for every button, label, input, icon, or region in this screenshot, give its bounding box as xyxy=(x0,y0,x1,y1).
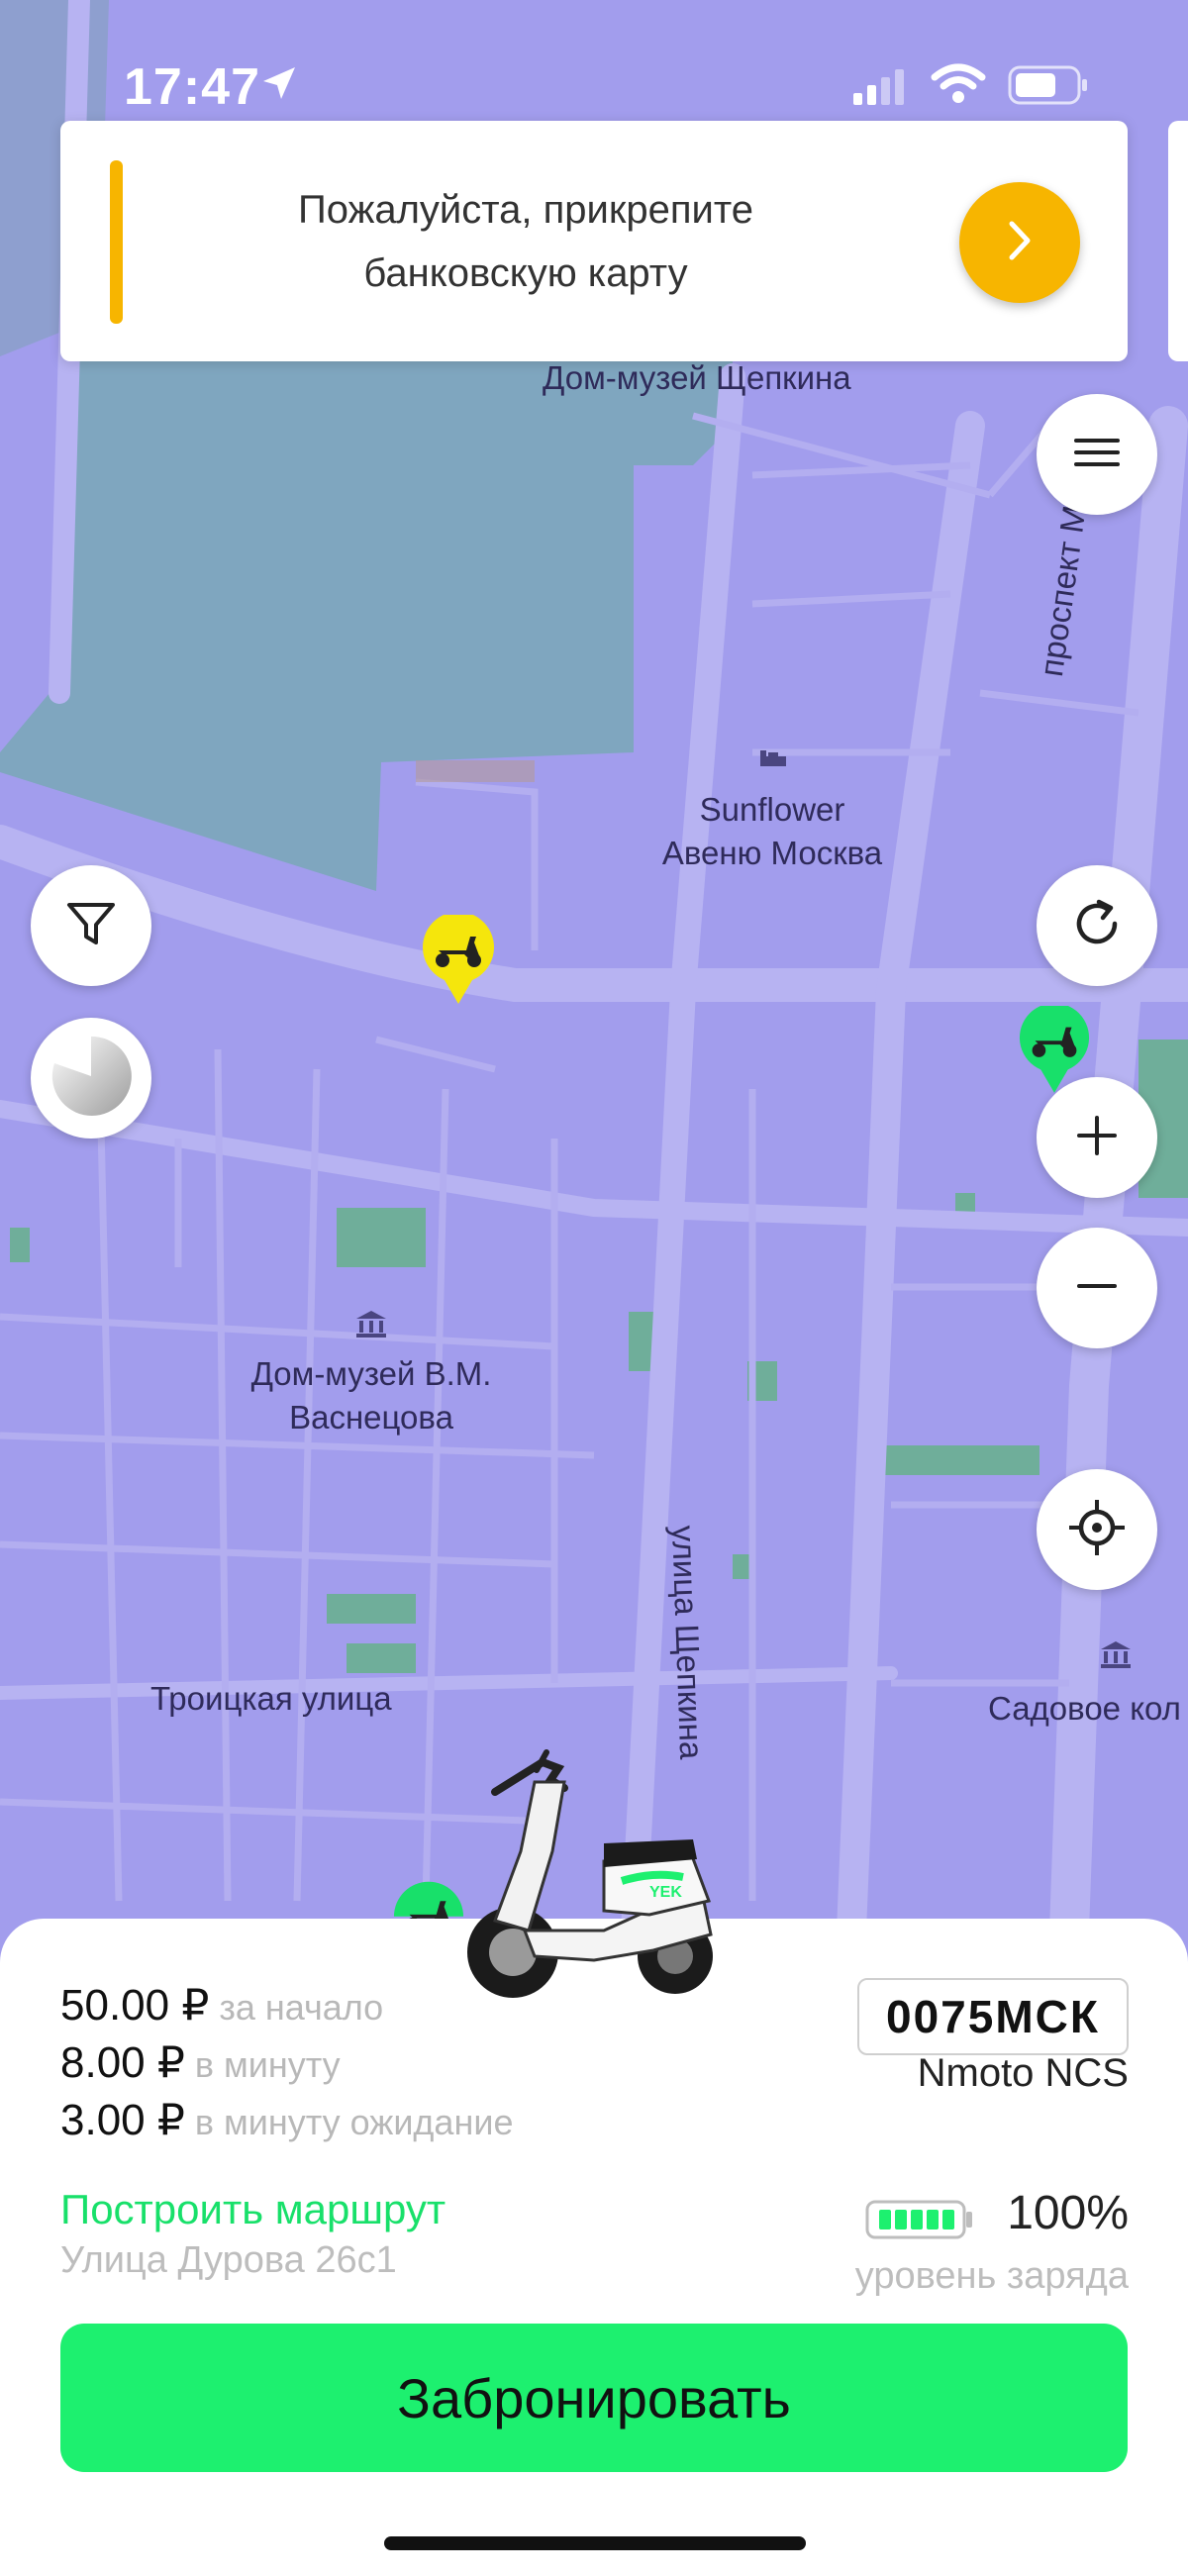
park xyxy=(10,1228,30,1262)
crosshair-icon xyxy=(1067,1498,1127,1562)
banner-next-button[interactable] xyxy=(959,182,1080,303)
plus-icon xyxy=(1075,1114,1119,1162)
vehicle-address: Улица Дурова 26с1 xyxy=(60,2239,397,2281)
museum-icon xyxy=(354,1309,388,1343)
museum-name-line2: Васнецова xyxy=(289,1399,453,1436)
banner-line1: Пожалуйста, прикрепите xyxy=(298,188,753,232)
map-label-sadovoe: Садовое кол xyxy=(988,1690,1181,1727)
hotel-name-line2: Авеню Москва xyxy=(661,835,883,871)
attach-card-banner[interactable]: Пожалуйста, прикрепите банковскую карту xyxy=(60,121,1128,361)
battery-label: уровень заряда xyxy=(854,2255,1129,2297)
book-button[interactable]: Забронировать xyxy=(60,2324,1128,2472)
signal-icon xyxy=(851,69,911,110)
park xyxy=(346,1643,416,1673)
refresh-icon xyxy=(1069,896,1125,956)
museum-icon xyxy=(1099,1639,1133,1674)
location-arrow-icon xyxy=(259,63,299,108)
hotel-name-line1: Sunflower xyxy=(699,791,845,828)
hotel-icon xyxy=(758,748,788,777)
battery-icon xyxy=(1008,65,1089,110)
museum-name-line1: Дом-музей В.М. xyxy=(250,1355,492,1392)
build-route-link[interactable]: Построить маршрут xyxy=(60,2186,446,2233)
banner-line2: банковскую карту xyxy=(363,251,688,295)
filter-button[interactable] xyxy=(31,865,151,986)
banner-text: Пожалуйста, прикрепите банковскую карту xyxy=(179,178,872,305)
park xyxy=(337,1208,426,1267)
price-start: 50.00 ₽ за начало xyxy=(60,1980,383,2031)
menu-icon xyxy=(1072,435,1122,475)
park xyxy=(881,1445,1040,1475)
scooter-image: YEK xyxy=(455,1723,733,2015)
price-minute-amount: 8.00 ₽ xyxy=(60,2038,185,2087)
vehicle-model: Nmoto NCS xyxy=(917,2051,1129,2095)
park xyxy=(327,1594,416,1624)
price-minute-desc: в минуту xyxy=(194,2044,341,2085)
filter-icon xyxy=(64,897,118,955)
price-waiting-desc: в минуту ожидание xyxy=(194,2102,514,2142)
zoom-out-button[interactable] xyxy=(1037,1228,1157,1348)
price-waiting-amount: 3.00 ₽ xyxy=(60,2096,185,2144)
price-waiting: 3.00 ₽ в минуту ожидание xyxy=(60,2095,513,2145)
map-label-museum-vasnetsov: Дом-музей В.М. Васнецова xyxy=(228,1352,515,1439)
minus-icon xyxy=(1075,1264,1119,1313)
banner-accent-bar xyxy=(110,160,123,324)
scooter-pin-yellow[interactable] xyxy=(421,911,496,1011)
status-time: 17:47 xyxy=(124,58,260,116)
next-banner-peek xyxy=(1168,121,1188,361)
map-label-hotel: Sunflower Авеню Москва xyxy=(653,788,891,875)
price-start-amount: 50.00 ₽ xyxy=(60,1981,210,2030)
wifi-icon xyxy=(931,63,986,110)
scooter-pin-green[interactable] xyxy=(1018,1003,1091,1100)
price-per-minute: 8.00 ₽ в минуту xyxy=(60,2037,341,2088)
pie-icon xyxy=(47,1032,136,1126)
svg-text:YEK: YEK xyxy=(649,1884,682,1901)
chevron-right-icon xyxy=(1000,216,1040,270)
my-location-button[interactable] xyxy=(1037,1469,1157,1590)
battery-percent: 100% xyxy=(1007,2187,1129,2239)
home-indicator[interactable] xyxy=(384,2536,806,2550)
vehicle-battery-icon xyxy=(865,2198,974,2246)
price-start-desc: за начало xyxy=(219,1987,384,2028)
zones-button[interactable] xyxy=(31,1018,151,1139)
menu-button[interactable] xyxy=(1037,394,1157,515)
map-label-museum-shchepkin: Дом-музей Щепкина xyxy=(543,359,851,396)
refresh-button[interactable] xyxy=(1037,865,1157,986)
license-plate: 0075МСК xyxy=(857,1978,1129,2055)
map-label-troitskaya: Троицкая улица xyxy=(150,1680,392,1717)
